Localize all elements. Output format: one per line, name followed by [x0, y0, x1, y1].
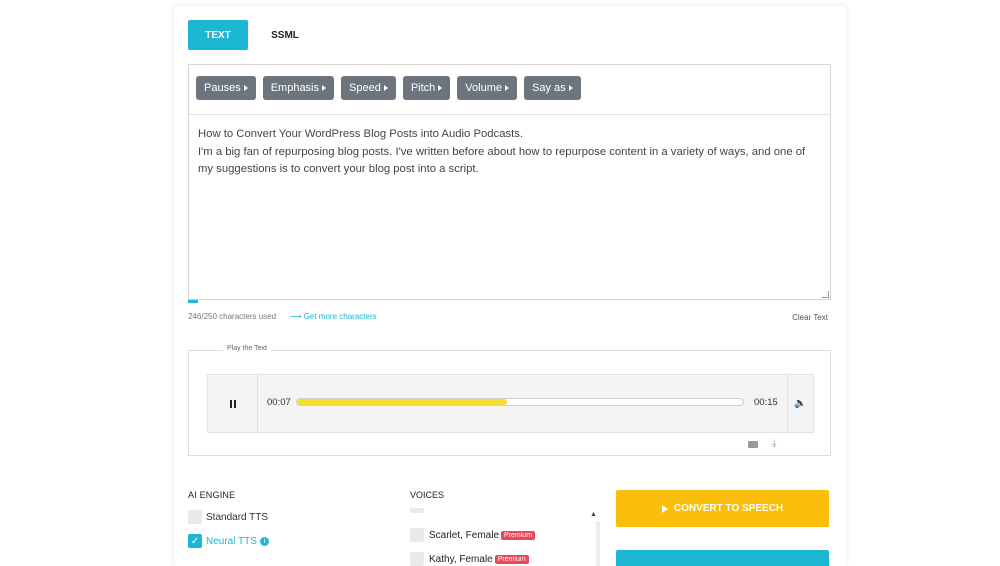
- text-line: my suggestions is to convert your blog p…: [198, 163, 479, 175]
- volume-label: Volume: [465, 82, 502, 94]
- download-icon[interactable]: ⤓: [772, 439, 776, 449]
- clear-text-button[interactable]: Clear Text: [792, 313, 828, 322]
- say-as-button[interactable]: Say as: [523, 76, 581, 100]
- standard-tts-option[interactable]: Standard TTS: [188, 510, 268, 524]
- emphasis-button[interactable]: Emphasis: [262, 76, 334, 100]
- pitch-button[interactable]: Pitch: [402, 76, 451, 100]
- convert-label: CONVERT TO SPEECH: [673, 503, 784, 514]
- voice-item[interactable]: Kathy, Female Premium: [410, 552, 529, 566]
- voice-checkbox[interactable]: [410, 528, 424, 542]
- info-icon[interactable]: i: [259, 536, 269, 546]
- total-time: 00:15: [754, 397, 778, 408]
- volume-icon[interactable]: 🔈: [787, 375, 813, 432]
- convert-to-speech-button[interactable]: CONVERT TO SPEECH: [616, 490, 829, 527]
- caret-right-icon: [243, 85, 248, 91]
- text-line: I'm a big fan of repurposing blog posts.…: [198, 145, 806, 158]
- character-usage-bar: [188, 300, 198, 303]
- speed-button[interactable]: Speed: [341, 76, 396, 100]
- caret-right-icon: [322, 85, 326, 91]
- audio-player: 00:07 00:15 🔈: [207, 374, 814, 433]
- tab-text[interactable]: TEXT: [188, 20, 248, 50]
- voice-name: Scarlet, Female: [429, 529, 500, 541]
- text-editor: Pauses Emphasis Speed Pitch Volume Say a…: [188, 64, 831, 300]
- caret-right-icon: [383, 85, 388, 91]
- text-input[interactable]: How to Convert Your WordPress Blog Posts…: [189, 116, 830, 299]
- play-the-text-section: Play the Text 00:07 00:15 🔈 ⤓: [188, 345, 831, 456]
- get-more-characters-link[interactable]: ⟶ Get more characters: [290, 312, 377, 321]
- pitch-label: Pitch: [410, 82, 436, 94]
- caret-right-icon: [504, 85, 509, 91]
- voice-name: Kathy, Female: [429, 553, 493, 565]
- voices-list: Scarlet, Female Premium Kathy, Female Pr…: [408, 508, 598, 566]
- pauses-label: Pauses: [204, 82, 241, 94]
- neural-tts-option[interactable]: ✓ Neural TTS i: [188, 534, 269, 548]
- pause-icon: [233, 399, 236, 408]
- text-line: How to Convert Your WordPress Blog Posts…: [198, 128, 524, 140]
- standard-tts-label: Standard TTS: [206, 511, 269, 523]
- play-icon: [661, 504, 668, 513]
- pause-button[interactable]: [208, 375, 258, 432]
- voice-item[interactable]: Scarlet, Female Premium: [410, 528, 536, 542]
- pauses-button[interactable]: Pauses: [196, 76, 256, 100]
- seek-bar[interactable]: [296, 398, 744, 406]
- email-icon[interactable]: [748, 441, 758, 448]
- current-time: 00:07: [267, 397, 291, 408]
- speed-label: Speed: [349, 82, 381, 94]
- voice-checkbox[interactable]: [410, 552, 424, 566]
- neural-tts-label: Neural TTS: [206, 535, 257, 547]
- voice-checkbox[interactable]: [410, 508, 424, 513]
- characters-used: 246/250 characters used: [188, 312, 277, 321]
- emphasis-label: Emphasis: [270, 82, 319, 94]
- voices-scrollbar[interactable]: [596, 521, 600, 566]
- caret-right-icon: [568, 85, 573, 91]
- section-legend: Play the Text: [223, 345, 271, 352]
- volume-button[interactable]: Volume: [457, 76, 517, 100]
- scroll-up-arrow-icon[interactable]: ▲: [590, 511, 597, 518]
- premium-badge: Premium: [501, 530, 536, 540]
- ai-engine-heading: AI ENGINE: [188, 490, 236, 500]
- resize-handle[interactable]: [822, 291, 829, 298]
- premium-badge: Premium: [494, 554, 529, 564]
- seek-bar-fill: [297, 399, 507, 405]
- secondary-action-button[interactable]: [616, 550, 829, 566]
- voice-item-partial[interactable]: [410, 508, 429, 513]
- standard-tts-checkbox[interactable]: [188, 510, 202, 524]
- neural-tts-checkbox[interactable]: ✓: [188, 534, 202, 548]
- ssml-toolbar: Pauses Emphasis Speed Pitch Volume Say a…: [189, 65, 830, 115]
- pause-icon: [229, 399, 232, 408]
- tab-ssml[interactable]: SSML: [260, 20, 310, 50]
- caret-right-icon: [438, 85, 443, 91]
- say-as-label: Say as: [531, 82, 566, 94]
- voices-heading: VOICES: [410, 490, 445, 500]
- tts-card: TEXT SSML Pauses Emphasis Speed Pitch Vo…: [174, 6, 846, 566]
